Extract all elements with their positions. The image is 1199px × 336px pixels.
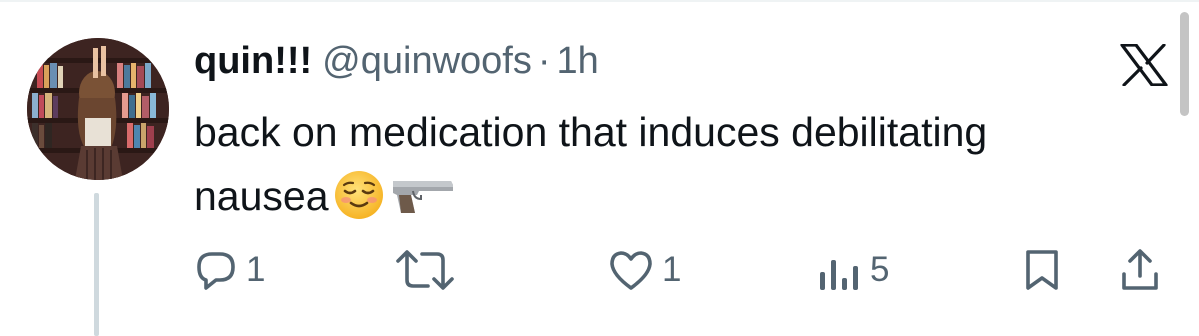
retweet-icon [396,250,454,290]
retweet-button[interactable] [394,240,456,300]
tweet-actions: 1 1 5 [0,240,1199,300]
top-divider [0,0,1199,2]
tweet-text: back on medication that induces debilita… [194,100,1174,228]
views-icon [820,260,858,290]
avatar[interactable] [27,38,169,180]
bookmark-icon [1026,250,1058,290]
x-logo-icon [1120,43,1168,87]
tweet-text-line-1: back on medication that induces debilita… [194,109,988,155]
scrollbar[interactable] [1180,12,1189,116]
tweet-header: quin!!! @quinwoofs · 1h [194,36,599,86]
tweet-text-line-2: nausea [194,164,1174,228]
user-handle[interactable]: @quinwoofs [322,36,532,86]
reply-button[interactable]: 1 [194,240,265,300]
like-icon [610,251,652,290]
reply-icon [197,252,235,290]
tweet-timestamp[interactable]: 1h [557,36,599,86]
reply-count: 1 [246,250,266,289]
pistol-emoji-icon [392,181,453,214]
like-button[interactable]: 1 [608,240,681,300]
share-icon [1122,249,1158,290]
views-count: 5 [870,250,890,289]
separator-dot: · [537,40,551,82]
share-button[interactable] [1118,240,1162,300]
relieved-face-emoji-icon [334,171,383,220]
display-name[interactable]: quin!!! [194,36,312,86]
views-button[interactable]: 5 [818,240,889,300]
bookmark-button[interactable] [1022,240,1062,300]
like-count: 1 [662,250,682,289]
tweet-text-line-2-text: nausea [194,173,329,219]
